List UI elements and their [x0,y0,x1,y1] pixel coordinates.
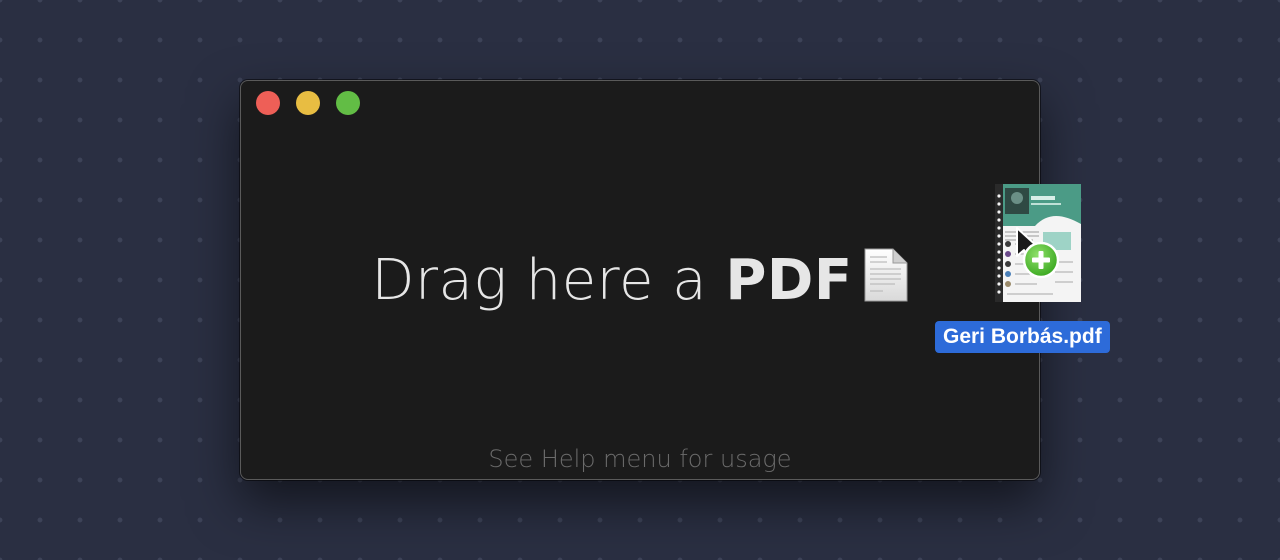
drop-zone-prompt[interactable]: Drag here a PDF [241,247,1039,317]
filename-label: Geri Borbás.pdf [935,321,1110,353]
minimize-button[interactable] [296,91,320,115]
zoom-button[interactable] [336,91,360,115]
document-icon [861,247,909,317]
window-controls [256,91,360,115]
app-window: Drag here a PDF See Help menu for usage [240,80,1040,480]
close-button[interactable] [256,91,280,115]
copy-plus-badge-icon [1022,241,1060,283]
prompt-format: PDF [725,248,853,313]
help-hint: See Help menu for usage [488,445,792,473]
dragged-file[interactable]: Geri Borbás.pdf [935,184,1141,354]
prompt-text: Drag here a [371,248,726,313]
